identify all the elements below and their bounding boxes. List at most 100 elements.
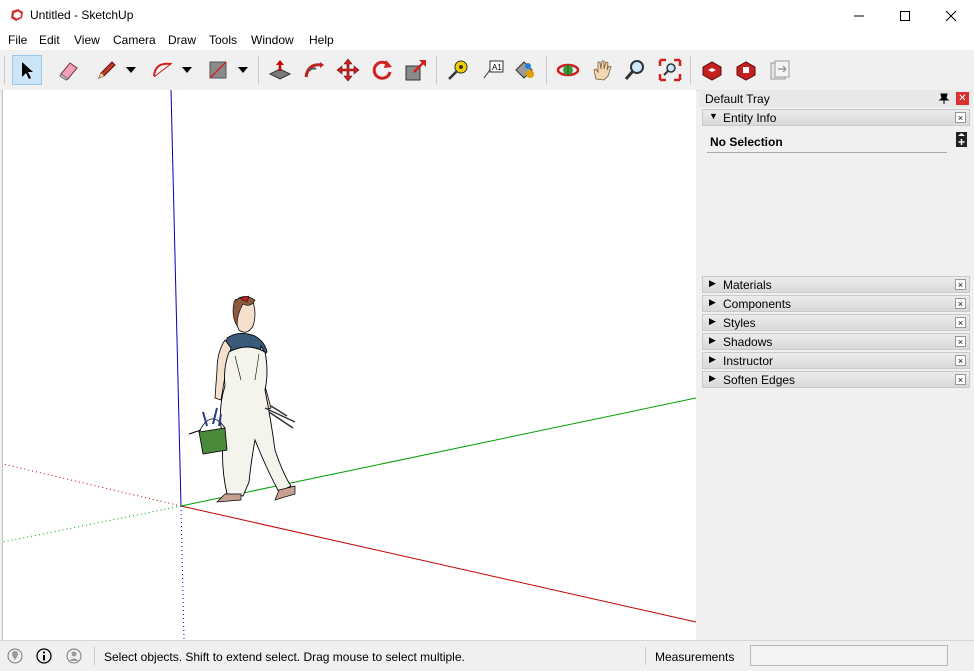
panel-soften-edges-label: Soften Edges <box>723 373 796 387</box>
line-tools-dropdown[interactable] <box>123 55 139 85</box>
divider <box>94 647 95 665</box>
panel-entity-info-header[interactable]: ▼ Entity Info × <box>702 109 970 126</box>
expand-triangle-icon: ▶ <box>709 297 716 307</box>
menu-tools[interactable]: Tools <box>209 33 237 47</box>
orbit-tool-button[interactable] <box>553 55 583 85</box>
paint-bucket-tool-button[interactable] <box>509 55 539 85</box>
user-account-icon[interactable] <box>66 648 82 664</box>
menu-draw[interactable]: Draw <box>168 33 196 47</box>
panel-close-icon[interactable]: × <box>955 298 966 309</box>
measurements-label: Measurements <box>655 650 735 664</box>
close-icon <box>945 10 957 21</box>
selection-status: No Selection <box>710 135 783 149</box>
layout-button[interactable] <box>765 55 795 85</box>
move-tool-button[interactable] <box>333 55 363 85</box>
3d-warehouse-button[interactable] <box>697 55 727 85</box>
expand-triangle-icon: ▶ <box>709 354 716 364</box>
panel-materials-header[interactable]: ▶ Materials × <box>702 276 970 293</box>
rectangle-tool-button[interactable] <box>203 55 233 85</box>
menu-window[interactable]: Window <box>251 33 294 47</box>
tray-close-button[interactable]: ✕ <box>956 92 969 105</box>
panel-components-header[interactable]: ▶ Components × <box>702 295 970 312</box>
divider <box>645 647 646 665</box>
menu-bar: File Edit View Camera Draw Tools Window … <box>0 31 974 50</box>
svg-text:A1: A1 <box>492 63 502 72</box>
toolbar: A1 <box>0 50 974 91</box>
follow-me-tool-button[interactable] <box>299 55 329 85</box>
select-tool-button[interactable] <box>12 55 42 85</box>
minimize-button[interactable] <box>836 0 882 31</box>
zoom-extents-icon <box>658 58 682 82</box>
panel-shadows-header[interactable]: ▶ Shadows × <box>702 333 970 350</box>
toolbar-separator <box>546 56 547 84</box>
credits-info-icon[interactable] <box>36 648 52 664</box>
maximize-button[interactable] <box>882 0 928 31</box>
title-bar: Untitled - SketchUp <box>0 0 974 31</box>
panel-soften-edges-header[interactable]: ▶ Soften Edges × <box>702 371 970 388</box>
toolbar-separator <box>436 56 437 84</box>
menu-help[interactable]: Help <box>309 33 334 47</box>
eraser-tool-button[interactable] <box>54 55 84 85</box>
panel-close-icon[interactable]: × <box>955 374 966 385</box>
push-pull-tool-button[interactable] <box>265 55 295 85</box>
menu-file[interactable]: File <box>8 33 27 47</box>
arrow-cursor-icon <box>22 62 33 79</box>
zoom-extents-tool-button[interactable] <box>655 55 685 85</box>
geolocation-icon[interactable] <box>7 648 23 664</box>
menu-view[interactable]: View <box>74 33 100 47</box>
tape-measure-tool-button[interactable] <box>443 55 473 85</box>
panel-shadows-label: Shadows <box>723 335 773 349</box>
pin-icon[interactable] <box>939 93 949 104</box>
rectangle-icon <box>209 61 227 79</box>
status-bar: Select objects. Shift to extend select. … <box>0 640 974 671</box>
menu-edit[interactable]: Edit <box>39 33 60 47</box>
extension-warehouse-button[interactable] <box>731 55 761 85</box>
status-message: Select objects. Shift to extend select. … <box>104 650 465 664</box>
panel-close-icon[interactable]: × <box>955 355 966 366</box>
panel-close-icon[interactable]: × <box>955 279 966 290</box>
panel-instructor-header[interactable]: ▶ Instructor × <box>702 352 970 369</box>
default-tray: Default Tray ✕ ▼ Entity Info × No Select… <box>699 90 974 640</box>
text-tool-button[interactable]: A1 <box>478 55 508 85</box>
arc-tool-button[interactable] <box>148 55 178 85</box>
scale-icon <box>405 60 426 81</box>
toolbar-grip[interactable] <box>4 56 5 84</box>
orbit-icon <box>556 63 580 77</box>
expand-details-button[interactable] <box>956 132 967 147</box>
panel-close-icon[interactable]: × <box>955 112 966 123</box>
panel-styles-header[interactable]: ▶ Styles × <box>702 314 970 331</box>
minimize-icon <box>854 15 864 16</box>
expand-triangle-icon: ▶ <box>709 316 716 326</box>
tape-measure-icon <box>448 60 468 80</box>
panel-styles-label: Styles <box>723 316 756 330</box>
rotate-tool-button[interactable] <box>367 55 397 85</box>
scale-tool-button[interactable] <box>401 55 431 85</box>
modeling-canvas[interactable] <box>3 90 696 640</box>
plus-arrow-icon <box>958 133 965 145</box>
shape-tools-dropdown[interactable] <box>235 55 251 85</box>
collapse-triangle-icon: ▼ <box>709 111 718 121</box>
arc-tools-dropdown[interactable] <box>179 55 195 85</box>
chevron-down-icon <box>238 67 248 73</box>
3d-viewport[interactable] <box>2 90 696 640</box>
extension-warehouse-icon <box>736 61 756 81</box>
menu-camera[interactable]: Camera <box>113 33 156 47</box>
close-button[interactable] <box>928 0 974 31</box>
eraser-icon <box>59 62 78 81</box>
panel-close-icon[interactable]: × <box>955 317 966 328</box>
zoom-tool-button[interactable] <box>620 55 650 85</box>
green-axis-negative <box>3 505 182 543</box>
red-axis-negative <box>3 463 182 507</box>
panel-close-icon[interactable]: × <box>955 336 966 347</box>
sketchup-logo-icon <box>11 9 23 21</box>
hand-icon <box>593 60 612 81</box>
entity-info-body: No Selection <box>702 126 970 276</box>
scale-figure[interactable] <box>188 295 296 503</box>
blue-axis <box>170 90 182 507</box>
expand-triangle-icon: ▶ <box>709 335 716 345</box>
divider <box>707 152 947 153</box>
push-pull-icon <box>268 60 292 80</box>
pan-tool-button[interactable] <box>587 55 617 85</box>
measurements-input[interactable] <box>750 645 948 666</box>
line-tool-button[interactable] <box>91 55 121 85</box>
